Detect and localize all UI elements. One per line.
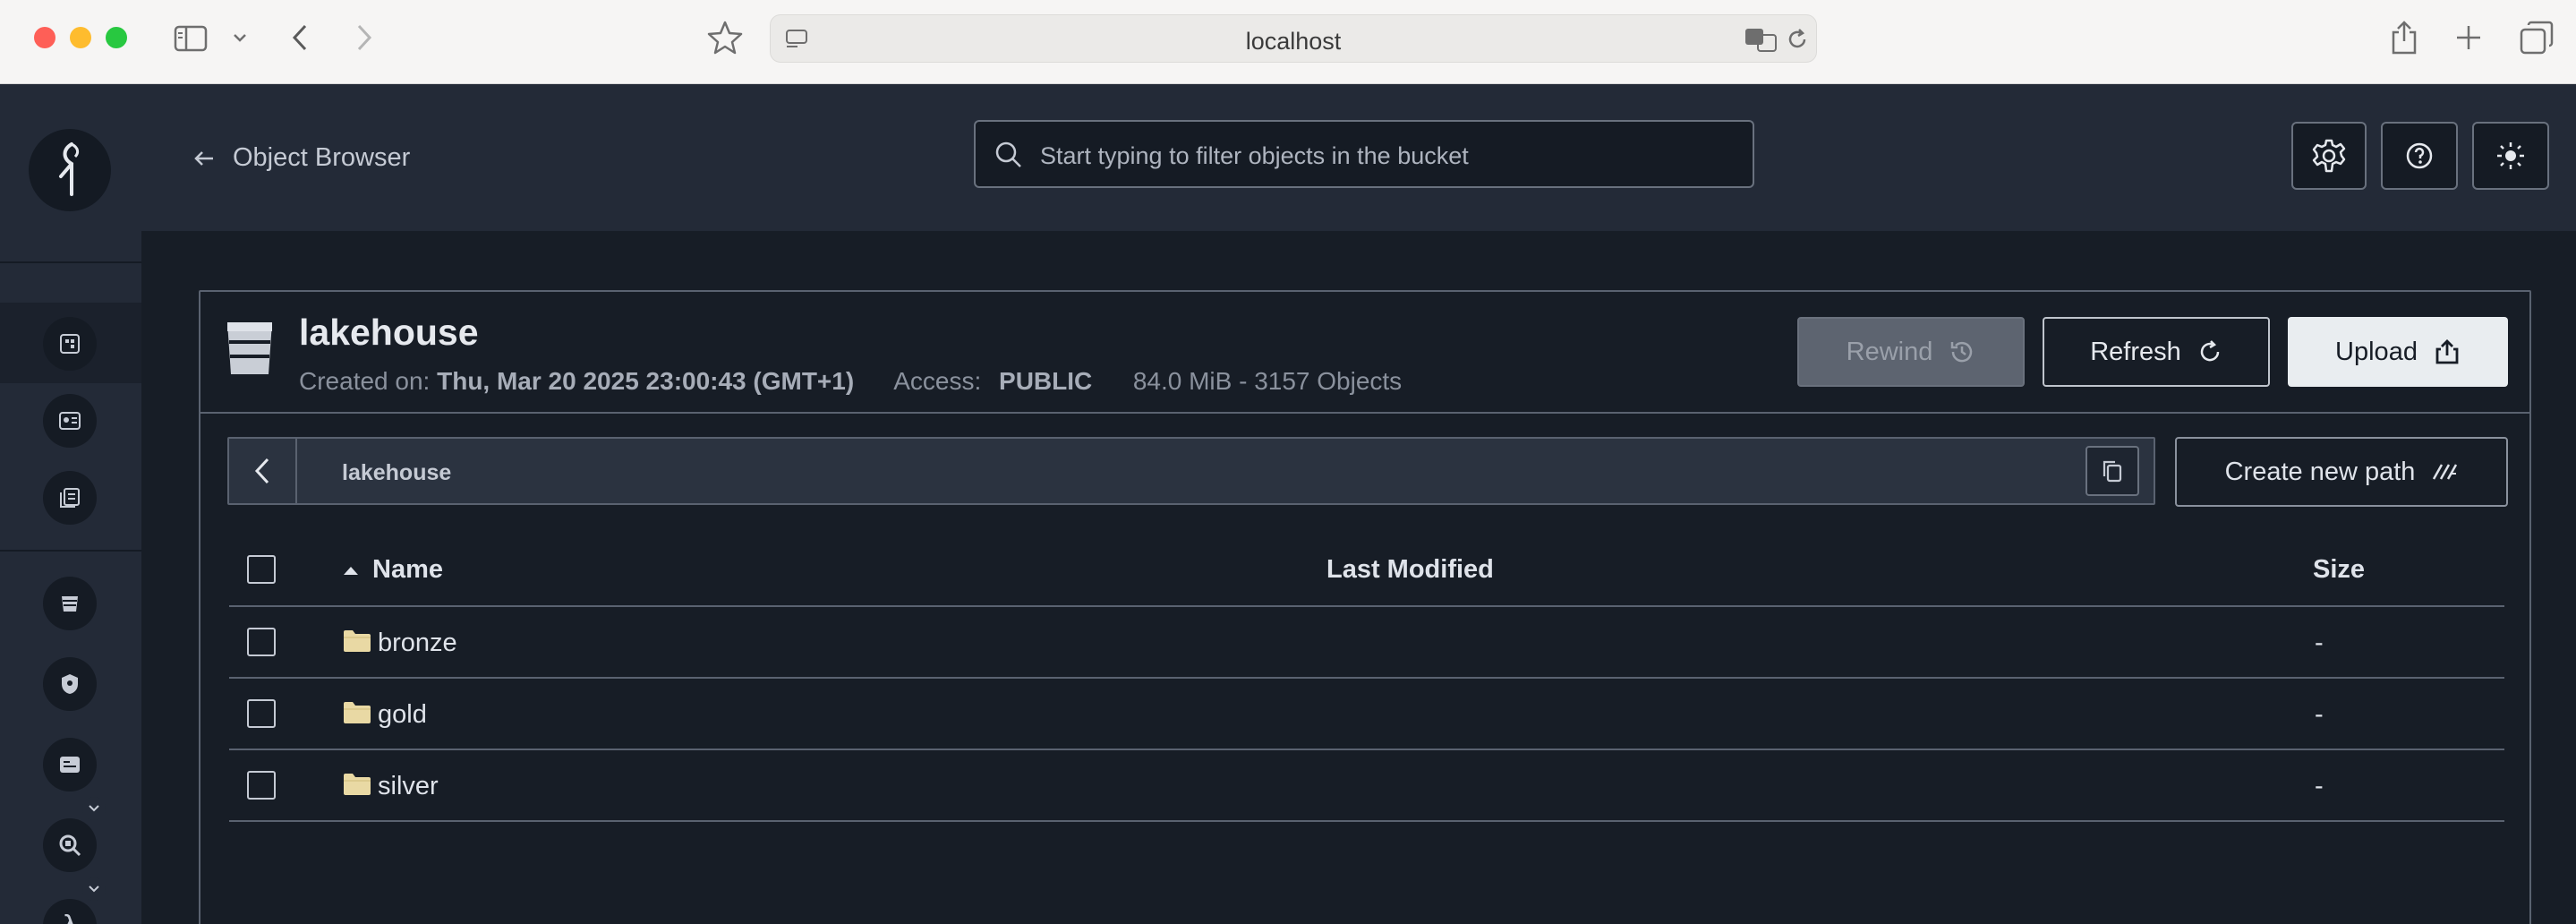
identity-icon[interactable] bbox=[43, 738, 97, 791]
create-path-label: Create new path bbox=[2224, 457, 2416, 486]
folder-name[interactable]: bronze bbox=[378, 629, 457, 658]
zoom-window-button[interactable] bbox=[106, 27, 127, 48]
rewind-label: Rewind bbox=[1846, 337, 1933, 366]
select-all-checkbox[interactable] bbox=[247, 555, 276, 584]
chevron-left-icon bbox=[254, 458, 269, 484]
new-tab-icon[interactable] bbox=[2451, 20, 2486, 56]
row-checkbox[interactable] bbox=[247, 771, 276, 800]
reload-icon[interactable] bbox=[1784, 26, 1811, 53]
path-back-button[interactable] bbox=[229, 439, 297, 503]
lambda-icon[interactable]: λ bbox=[43, 899, 97, 924]
sidebar-toggle-icon[interactable] bbox=[172, 20, 209, 57]
page-header: Object Browser Start typing to filter ob… bbox=[141, 84, 2576, 231]
help-button[interactable] bbox=[2381, 122, 2458, 190]
search-icon bbox=[995, 141, 1021, 167]
created-label: Created on: bbox=[299, 367, 431, 395]
folder-name[interactable]: silver bbox=[378, 772, 439, 801]
upload-icon bbox=[2435, 339, 2459, 364]
bucket-large-icon bbox=[227, 322, 272, 374]
monitoring-expand-icon[interactable] bbox=[82, 877, 106, 901]
back-icon[interactable] bbox=[285, 20, 315, 56]
size-cell: - bbox=[2315, 772, 2324, 800]
object-browser-back-link[interactable]: Object Browser bbox=[193, 143, 410, 173]
sort-asc-icon bbox=[344, 566, 358, 575]
folder-icon bbox=[344, 702, 371, 723]
table-row[interactable]: bronze - bbox=[229, 607, 2504, 679]
browser-toolbar: localhost bbox=[0, 0, 2576, 84]
refresh-label: Refresh bbox=[2090, 337, 2181, 366]
url-text: localhost bbox=[1245, 28, 1342, 55]
path-breadcrumb-bar: lakehouse bbox=[227, 437, 2155, 505]
minimize-window-button[interactable] bbox=[70, 27, 91, 48]
name-column-label: Name bbox=[372, 555, 443, 584]
table-row[interactable]: silver - bbox=[229, 750, 2504, 822]
folder-name[interactable]: gold bbox=[378, 700, 427, 730]
gear-icon bbox=[2312, 139, 2346, 173]
access-icon[interactable] bbox=[43, 394, 97, 448]
new-path-icon bbox=[2433, 464, 2458, 480]
refresh-button[interactable]: Refresh bbox=[2043, 317, 2270, 387]
documents-icon[interactable] bbox=[43, 471, 97, 525]
app-sidebar: λ bbox=[0, 84, 141, 924]
bucket-name: lakehouse bbox=[299, 312, 479, 353]
share-icon[interactable] bbox=[2386, 16, 2422, 59]
folder-icon bbox=[344, 630, 371, 652]
bucket-panel: lakehouse Created on: Thu, Mar 20 2025 2… bbox=[199, 290, 2531, 924]
current-path[interactable]: lakehouse bbox=[342, 460, 451, 486]
tab-overview-icon[interactable] bbox=[2517, 18, 2556, 57]
search-placeholder: Start typing to filter objects in the bu… bbox=[1040, 142, 1469, 169]
bucket-header: lakehouse Created on: Thu, Mar 20 2025 2… bbox=[200, 292, 2529, 414]
arrow-left-icon bbox=[194, 150, 213, 166]
access-value: PUBLIC bbox=[999, 367, 1093, 395]
table-row[interactable]: gold - bbox=[229, 679, 2504, 750]
bucket-icon[interactable] bbox=[43, 577, 97, 630]
create-new-path-button[interactable]: Create new path bbox=[2175, 437, 2508, 507]
row-checkbox[interactable] bbox=[247, 699, 276, 728]
table-header: Name Last Modified Size bbox=[229, 534, 2504, 607]
sort-name-header[interactable]: Name bbox=[342, 555, 443, 585]
copy-path-button[interactable] bbox=[2086, 446, 2139, 496]
shield-icon[interactable] bbox=[43, 657, 97, 711]
last-modified-column-header[interactable]: Last Modified bbox=[1326, 555, 1494, 585]
created-value: Thu, Mar 20 2025 23:00:43 (GMT+1) bbox=[437, 367, 855, 395]
theme-toggle-button[interactable] bbox=[2472, 122, 2549, 190]
minio-logo[interactable] bbox=[29, 129, 111, 211]
translate-icon[interactable] bbox=[1743, 26, 1778, 53]
upload-label: Upload bbox=[2335, 337, 2418, 366]
buckets-icon[interactable] bbox=[43, 317, 97, 371]
access-label: Access: bbox=[893, 367, 982, 395]
forward-icon[interactable] bbox=[349, 20, 380, 56]
rewind-button[interactable]: Rewind bbox=[1797, 317, 2025, 387]
identity-expand-icon[interactable] bbox=[82, 797, 106, 820]
sun-icon bbox=[2497, 142, 2524, 169]
bucket-meta: Created on: Thu, Mar 20 2025 23:00:43 (G… bbox=[299, 367, 1402, 396]
copy-icon bbox=[2103, 460, 2122, 483]
help-icon bbox=[2406, 142, 2433, 169]
object-filter-search[interactable]: Start typing to filter objects in the bu… bbox=[974, 120, 1754, 188]
refresh-icon bbox=[2200, 340, 2220, 362]
chevron-down-icon[interactable] bbox=[229, 25, 251, 50]
monitoring-icon[interactable] bbox=[43, 818, 97, 872]
address-bar[interactable]: localhost bbox=[770, 14, 1817, 63]
size-cell: - bbox=[2315, 629, 2324, 657]
row-checkbox[interactable] bbox=[247, 628, 276, 656]
settings-button[interactable] bbox=[2291, 122, 2367, 190]
size-cell: - bbox=[2315, 700, 2324, 729]
bookmark-star-icon[interactable] bbox=[704, 16, 746, 59]
upload-button[interactable]: Upload bbox=[2288, 317, 2508, 387]
bucket-stats: 84.0 MiB - 3157 Objects bbox=[1132, 367, 1403, 395]
history-icon bbox=[1951, 341, 1973, 363]
size-column-header[interactable]: Size bbox=[2313, 555, 2365, 585]
back-link-label: Object Browser bbox=[233, 143, 411, 172]
close-window-button[interactable] bbox=[34, 27, 55, 48]
folder-icon bbox=[344, 774, 371, 795]
